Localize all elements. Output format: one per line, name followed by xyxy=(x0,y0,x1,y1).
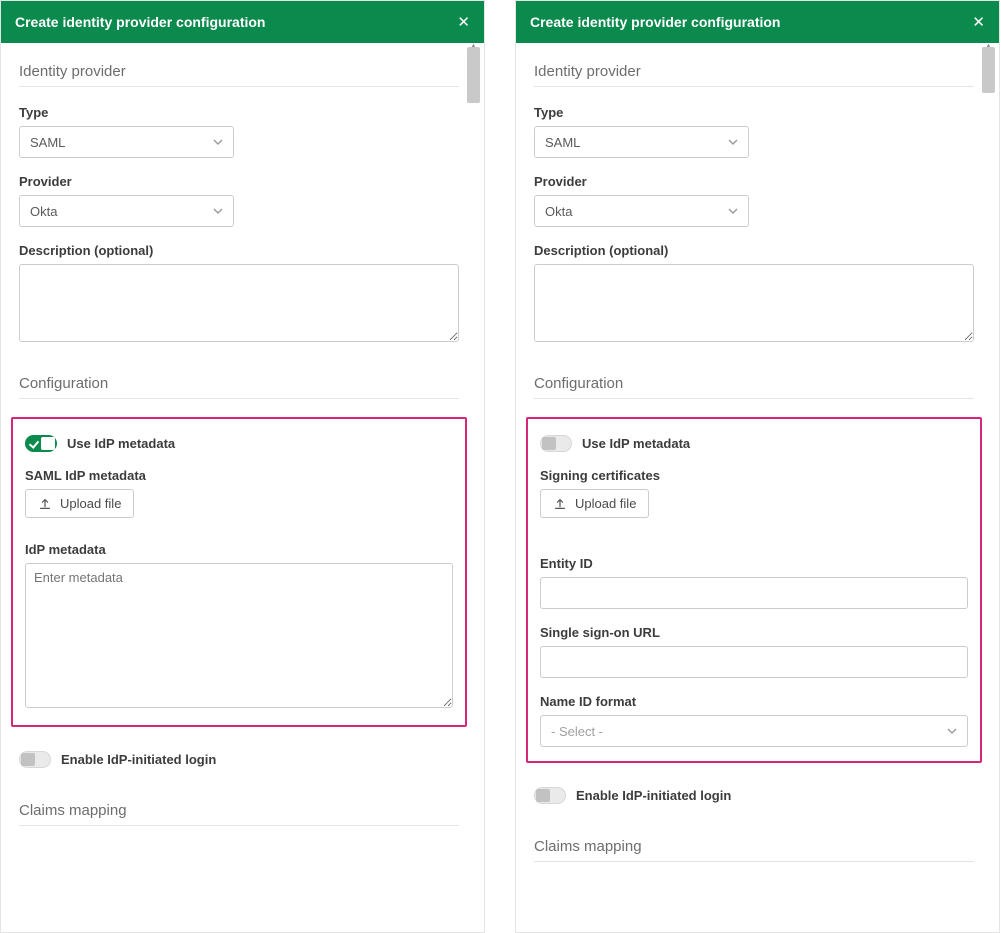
upload-file-button[interactable]: Upload file xyxy=(25,489,134,518)
upload-file-label: Upload file xyxy=(60,496,121,511)
select-provider-value: Okta xyxy=(30,204,57,219)
toggle-enable-idp-login[interactable] xyxy=(534,787,566,804)
textarea-description[interactable] xyxy=(534,264,974,342)
upload-icon xyxy=(38,497,52,511)
label-description: Description (optional) xyxy=(19,243,459,258)
dialog-title: Create identity provider configuration xyxy=(15,14,265,30)
textarea-idp-metadata[interactable] xyxy=(25,563,453,708)
select-nameid-format[interactable]: - Select - xyxy=(540,715,968,747)
label-nameid-format: Name ID format xyxy=(540,694,968,709)
scrollbar-track[interactable]: ▲ xyxy=(469,43,482,932)
chevron-down-icon xyxy=(213,206,223,216)
dialog-header: Create identity provider configuration ✕ xyxy=(1,1,484,43)
highlight-box: Use IdP metadata SAML IdP metadata Uploa… xyxy=(11,417,467,727)
select-type[interactable]: SAML xyxy=(19,126,234,158)
section-configuration: Configuration xyxy=(534,375,974,399)
chevron-down-icon xyxy=(947,726,957,736)
select-nameid-placeholder: - Select - xyxy=(551,724,603,739)
label-idp-metadata: IdP metadata xyxy=(25,542,453,557)
label-signing-certificates: Signing certificates xyxy=(540,468,968,483)
label-type: Type xyxy=(534,105,974,120)
upload-icon xyxy=(553,497,567,511)
dialog-create-idp-left: Create identity provider configuration ✕… xyxy=(0,0,485,933)
upload-file-button[interactable]: Upload file xyxy=(540,489,649,518)
highlight-box: Use IdP metadata Signing certificates Up… xyxy=(526,417,982,763)
label-use-idp-metadata: Use IdP metadata xyxy=(67,436,175,451)
close-icon[interactable]: ✕ xyxy=(972,13,985,31)
select-type[interactable]: SAML xyxy=(534,126,749,158)
toggle-enable-idp-login[interactable] xyxy=(19,751,51,768)
dialog-body: ▲ Identity provider Type SAML Provider O… xyxy=(516,43,999,932)
label-use-idp-metadata: Use IdP metadata xyxy=(582,436,690,451)
section-configuration: Configuration xyxy=(19,375,459,399)
toggle-use-idp-metadata[interactable] xyxy=(25,435,57,452)
scrollbar-thumb[interactable] xyxy=(982,47,995,93)
select-provider[interactable]: Okta xyxy=(534,195,749,227)
chevron-down-icon xyxy=(213,137,223,147)
label-type: Type xyxy=(19,105,459,120)
upload-file-label: Upload file xyxy=(575,496,636,511)
label-description: Description (optional) xyxy=(534,243,974,258)
section-identity-provider: Identity provider xyxy=(534,63,974,87)
label-provider: Provider xyxy=(534,174,974,189)
textarea-description[interactable] xyxy=(19,264,459,342)
chevron-down-icon xyxy=(728,137,738,147)
section-identity-provider: Identity provider xyxy=(19,63,459,87)
section-claims-mapping: Claims mapping xyxy=(19,802,459,826)
label-enable-idp-login: Enable IdP-initiated login xyxy=(61,752,216,767)
label-entity-id: Entity ID xyxy=(540,556,968,571)
select-provider-value: Okta xyxy=(545,204,572,219)
label-sso-url: Single sign-on URL xyxy=(540,625,968,640)
scrollbar-track[interactable]: ▲ xyxy=(984,43,997,932)
toggle-use-idp-metadata[interactable] xyxy=(540,435,572,452)
label-saml-idp-metadata: SAML IdP metadata xyxy=(25,468,453,483)
input-entity-id[interactable] xyxy=(540,577,968,609)
close-icon[interactable]: ✕ xyxy=(457,13,470,31)
select-type-value: SAML xyxy=(545,135,580,150)
input-sso-url[interactable] xyxy=(540,646,968,678)
select-type-value: SAML xyxy=(30,135,65,150)
dialog-title: Create identity provider configuration xyxy=(530,14,780,30)
select-provider[interactable]: Okta xyxy=(19,195,234,227)
dialog-header: Create identity provider configuration ✕ xyxy=(516,1,999,43)
label-provider: Provider xyxy=(19,174,459,189)
scrollbar-thumb[interactable] xyxy=(467,47,480,103)
chevron-down-icon xyxy=(728,206,738,216)
section-claims-mapping: Claims mapping xyxy=(534,838,974,862)
dialog-create-idp-right: Create identity provider configuration ✕… xyxy=(515,0,1000,933)
dialog-body: ▲ Identity provider Type SAML Provider O… xyxy=(1,43,484,932)
label-enable-idp-login: Enable IdP-initiated login xyxy=(576,788,731,803)
